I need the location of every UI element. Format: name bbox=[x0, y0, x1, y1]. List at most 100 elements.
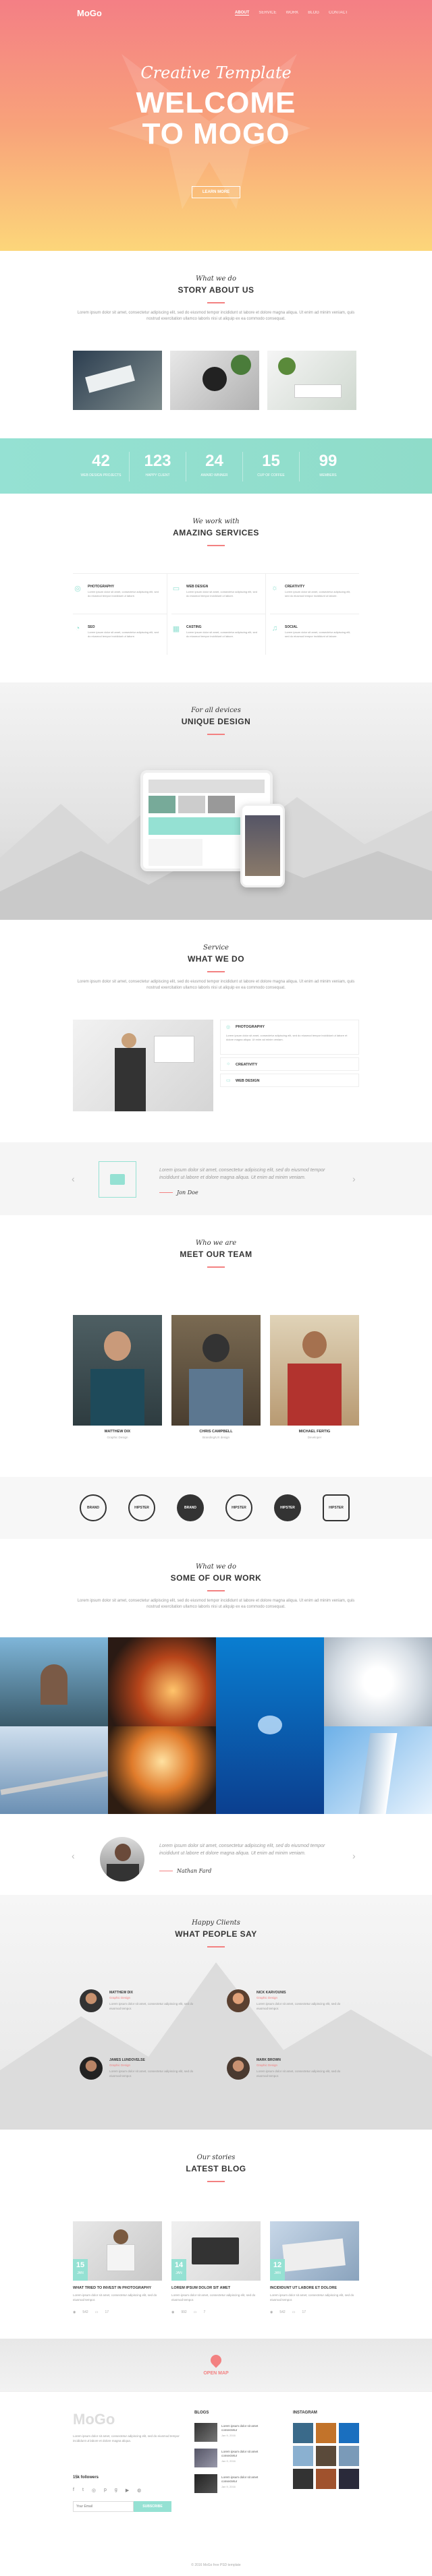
chevron-left-icon[interactable]: ‹ bbox=[72, 1173, 75, 1184]
header: MoGo ABOUT SERVICE WORK BLOG CONTACT bbox=[0, 0, 432, 24]
story-divider bbox=[207, 302, 225, 303]
work-section: What we do SOME OF OUR WORK Lorem ipsum … bbox=[0, 1539, 432, 1817]
service-item[interactable]: ◎ PHOTOGRAPHY Lorem ipsum dolor sit amet… bbox=[73, 574, 167, 614]
logo[interactable]: MoGo bbox=[77, 8, 102, 18]
pinterest-icon[interactable]: p bbox=[104, 2488, 107, 2493]
team-script: Who we are bbox=[195, 1239, 237, 1247]
nav-contact[interactable]: CONTACT bbox=[329, 11, 348, 16]
nav-service[interactable]: SERVICE bbox=[259, 11, 276, 16]
instagram-icon[interactable]: ◎ bbox=[92, 2488, 96, 2493]
learn-more-button[interactable]: LEARN MORE bbox=[192, 186, 240, 198]
instagram-thumb[interactable] bbox=[316, 2446, 336, 2466]
subscribe-email-input[interactable] bbox=[73, 2501, 134, 2512]
design-script: For all devices bbox=[191, 707, 241, 714]
work-tile[interactable] bbox=[0, 1637, 108, 1726]
instagram-thumb[interactable] bbox=[316, 2469, 336, 2489]
work-tile[interactable] bbox=[216, 1637, 324, 1814]
comment-icon: ▭ bbox=[193, 2310, 197, 2314]
blog-post[interactable]: 15 JAN WHAT TRIED TO INVEST IN PHOTOGRAP… bbox=[73, 2221, 162, 2322]
service-item[interactable]: ◔ SEO Lorem ipsum dolor sit amet, consec… bbox=[73, 614, 167, 655]
chevron-right-icon[interactable]: › bbox=[352, 1173, 356, 1184]
accordion-item-creativity[interactable]: ☼ CREATIVITY bbox=[220, 1057, 359, 1071]
testimonial-text: Lorem ipsum dolor sit amet, consectetur … bbox=[109, 2002, 194, 2010]
blog-section: Our stories LATEST BLOG 15 JAN WHAT TRIE… bbox=[0, 2130, 432, 2339]
dribbble-icon[interactable]: ◍ bbox=[137, 2488, 141, 2493]
work-tile[interactable] bbox=[108, 1637, 216, 1726]
service-item[interactable]: ☼ CREATIVITY Lorem ipsum dolor sit amet,… bbox=[270, 574, 359, 614]
footer-blog-item[interactable]: Lorem ipsum dolor sit amet consectetur J… bbox=[194, 2474, 269, 2496]
team-member[interactable]: MATTHEW DIX Graphic Design bbox=[73, 1315, 162, 1442]
brands-section: BRAND HIPSTER BRAND HIPSTER HIPSTER HIPS… bbox=[0, 1477, 432, 1539]
blog-day: 15 bbox=[76, 2261, 85, 2269]
instagram-thumb[interactable] bbox=[293, 2446, 313, 2466]
work-tile[interactable] bbox=[108, 1726, 216, 1814]
work-tile[interactable] bbox=[324, 1637, 432, 1726]
stats-section: 42 WEB DESIGN PROJECTS 123 HAPPY CLIENT … bbox=[0, 438, 432, 494]
service-name: SOCIAL bbox=[285, 625, 298, 629]
blog-day: 14 bbox=[174, 2261, 184, 2269]
team-member[interactable]: CHRIS CAMPBELL Branding/UX design bbox=[171, 1315, 261, 1442]
open-map-link[interactable]: OPEN MAP bbox=[0, 2371, 432, 2376]
footer-blog-item[interactable]: Lorem ipsum dolor sit amet consectetur J… bbox=[194, 2449, 269, 2470]
facebook-icon[interactable]: f bbox=[73, 2488, 74, 2493]
member-role: Graphic Design bbox=[107, 1436, 128, 1439]
subscribe-button[interactable]: SUBSCRIBE bbox=[134, 2501, 171, 2512]
youtube-icon[interactable]: ▶ bbox=[126, 2488, 129, 2493]
service-item[interactable]: ▭ WEB DESIGN Lorem ipsum dolor sit amet,… bbox=[171, 574, 266, 614]
service-item[interactable]: ♫ SOCIAL Lorem ipsum dolor sit amet, con… bbox=[270, 614, 359, 655]
quote-avatar bbox=[100, 1837, 144, 1881]
testimonial-text: Lorem ipsum dolor sit amet, consectetur … bbox=[109, 2070, 194, 2078]
footer-blog-thumb bbox=[194, 2449, 217, 2467]
twitter-icon[interactable]: t bbox=[82, 2488, 84, 2493]
work-text: Lorem ipsum dolor sit amet, consectetur … bbox=[77, 1599, 355, 1609]
blog-post-title: LOREM IPSUM DOLOR SIT AMET bbox=[171, 2286, 231, 2290]
instagram-thumb[interactable] bbox=[339, 2446, 359, 2466]
followers-label: 15k followers bbox=[73, 2476, 99, 2480]
chevron-left-icon[interactable]: ‹ bbox=[72, 1850, 75, 1861]
testimonial-text: Lorem ipsum dolor sit amet, consectetur … bbox=[256, 2002, 341, 2010]
blog-post[interactable]: 12 JAN INCIDIDUNT UT LABORE ET DOLORE Lo… bbox=[270, 2221, 359, 2322]
accordion-item-photography[interactable]: ◎ PHOTOGRAPHY Lorem ipsum dolor sit amet… bbox=[220, 1020, 359, 1055]
work-script: What we do bbox=[196, 1563, 236, 1571]
blog-meta: ◉ 992 ▭ 7 bbox=[171, 2310, 205, 2314]
nav-about[interactable]: ABOUT bbox=[235, 11, 250, 16]
brand-logo: BRAND bbox=[80, 1494, 107, 1521]
work-tile[interactable] bbox=[0, 1726, 108, 1814]
instagram-thumb[interactable] bbox=[316, 2423, 336, 2443]
google-plus-icon[interactable]: g bbox=[115, 2488, 117, 2493]
testimonial-name: NICK KARVOUNIS bbox=[256, 1991, 286, 1995]
footer-logo[interactable]: MoGo bbox=[73, 2411, 115, 2428]
team-member[interactable]: MICHAEL FERTIG Developer bbox=[270, 1315, 359, 1442]
footer: MoGo Lorem ipsum dolor sit amet, consect… bbox=[0, 2391, 432, 2576]
hero-section: MoGo ABOUT SERVICE WORK BLOG CONTACT Cre… bbox=[0, 0, 432, 251]
map-pin-icon[interactable] bbox=[208, 2352, 224, 2368]
nav-work[interactable]: WORK bbox=[286, 11, 299, 16]
blog-month: JAN bbox=[274, 2271, 281, 2275]
chevron-right-icon[interactable]: › bbox=[352, 1850, 356, 1861]
team-section: Who we are MEET OUR TEAM MATTHEW DIX Gra… bbox=[0, 1215, 432, 1477]
work-tile[interactable] bbox=[324, 1726, 432, 1814]
footer-blog-item[interactable]: Lorem ipsum dolor sit amet consectetur J… bbox=[194, 2423, 269, 2445]
testimonials-script: Happy Clients bbox=[192, 1919, 240, 1927]
member-name: MICHAEL FERTIG bbox=[298, 1430, 331, 1434]
instagram-thumb[interactable] bbox=[339, 2423, 359, 2443]
bulb-icon: ☼ bbox=[271, 584, 279, 592]
instagram-thumb[interactable] bbox=[339, 2469, 359, 2489]
brand-logo: HIPSTER bbox=[225, 1494, 252, 1521]
blog-views: 542 bbox=[82, 2310, 88, 2314]
blog-post[interactable]: 14 JAN LOREM IPSUM DOLOR SIT AMET Lorem … bbox=[171, 2221, 261, 2322]
testimonial-card: JAMES LUNDOVELSE Graphic Design Lorem ip… bbox=[80, 2057, 201, 2097]
hero-title-line1: WELCOME bbox=[136, 86, 296, 119]
footer-blog-date: Jan 9, 2016 bbox=[221, 2459, 236, 2463]
service-item[interactable]: ▦ CASTING Lorem ipsum dolor sit amet, co… bbox=[171, 614, 266, 655]
blog-views: 542 bbox=[279, 2310, 286, 2314]
member-photo bbox=[171, 1315, 261, 1426]
stat-item: 42 WEB DESIGN PROJECTS bbox=[73, 452, 130, 481]
instagram-thumb[interactable] bbox=[293, 2423, 313, 2443]
nav-blog[interactable]: BLOG bbox=[308, 11, 319, 16]
whatwedo-image bbox=[73, 1020, 213, 1111]
member-role: Branding/UX design bbox=[202, 1436, 230, 1439]
testimonial-name: MARK BROWN bbox=[256, 2058, 281, 2062]
accordion-item-webdesign[interactable]: ▭ WEB DESIGN bbox=[220, 1074, 359, 1087]
instagram-thumb[interactable] bbox=[293, 2469, 313, 2489]
